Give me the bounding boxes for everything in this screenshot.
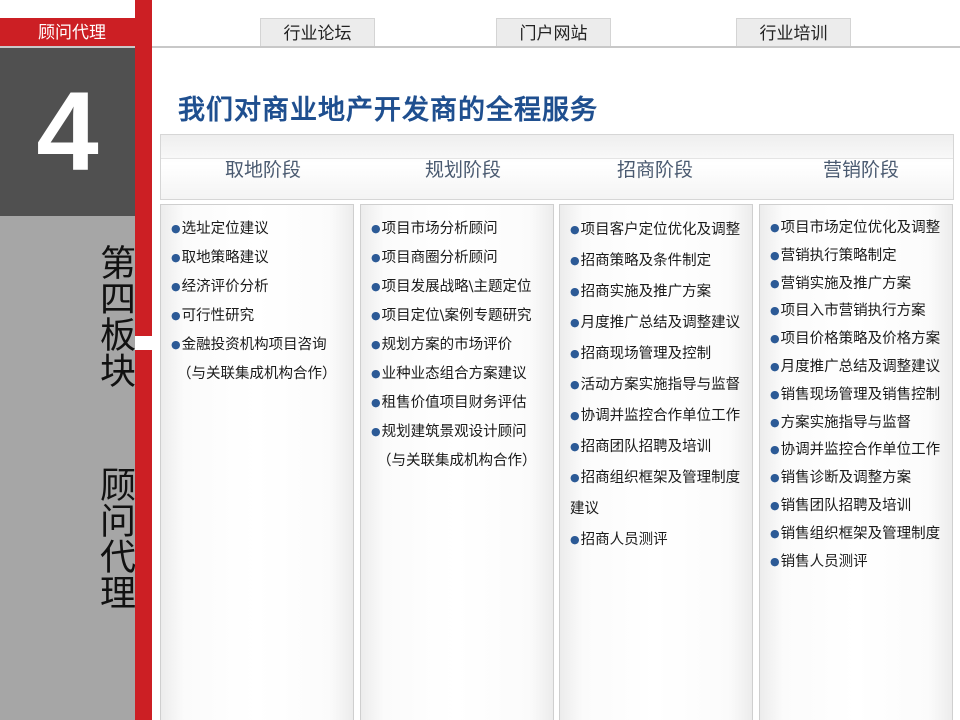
list-item: 招商策略及条件制定 [570,246,746,277]
list-item: 招商人员测评 [570,525,746,556]
topic-label: 顾问代理 [94,466,135,610]
list-item: 协调并监控合作单位工作 [570,401,746,432]
brand-tab[interactable]: 顾问代理 [0,18,135,48]
list-item: 销售组织框架及管理制度 [770,521,946,549]
column-note: （与关联集成机构合作） [177,366,337,382]
list-item: 可行性研究 [171,302,347,331]
list-item: 方案实施指导与监督 [770,410,946,438]
column-planning: 项目市场分析顾问 项目商圈分析顾问 项目发展战略\主题定位 项目定位\案例专题研… [360,204,554,720]
list-item: 规划建筑景观设计顾问 [371,418,547,447]
column-leasing: 项目客户定位优化及调整 招商策略及条件制定 招商实施及推广方案 月度推广总结及调… [559,204,753,720]
list-item: 项目入市营销执行方案 [770,298,946,326]
phase-header-bar: 取地阶段 规划阶段 招商阶段 营销阶段 [160,134,954,200]
list-item: 协调并监控合作单位工作 [770,437,946,465]
list-item: 招商实施及推广方案 [570,277,746,308]
list-item: 销售团队招聘及培训 [770,493,946,521]
list-item: 项目市场定位优化及调整 [770,215,946,243]
phase-label-land: 取地阶段 [225,159,302,181]
list-item: 规划方案的市场评价 [371,331,547,360]
list-item: 项目发展战略\主题定位 [371,273,547,302]
column-land: 选址定位建议 取地策略建议 经济评价分析 可行性研究 金融投资机构项目咨询 （与… [160,204,354,720]
list-item: 销售人员测评 [770,549,946,577]
column-marketing: 项目市场定位优化及调整 营销执行策略制定 营销实施及推广方案 项目入市营销执行方… [759,204,953,720]
list-item: 营销实施及推广方案 [770,271,946,299]
section-number: 4 [36,69,99,194]
section-number-block: 4 [0,48,135,216]
list-item: 项目客户定位优化及调整 [570,215,746,246]
list-item: 活动方案实施指导与监督 [570,370,746,401]
list-item: 项目定位\案例专题研究 [371,302,547,331]
phase-label-marketing: 营销阶段 [823,159,900,181]
list-item: 项目价格策略及价格方案 [770,326,946,354]
list-item: 月度推广总结及调整建议 [770,354,946,382]
list-item: 取地策略建议 [171,244,347,273]
list-item: 销售诊断及调整方案 [770,465,946,493]
list-item: 招商现场管理及控制 [570,339,746,370]
section-label: 第四板块 [94,244,135,388]
nav-tab-forum[interactable]: 行业论坛 [260,18,375,48]
list-item: 经济评价分析 [171,273,347,302]
list-item: 项目市场分析顾问 [371,215,547,244]
list-item: 营销执行策略制定 [770,243,946,271]
phase-label-planning: 规划阶段 [425,159,502,181]
list-item: 租售价值项目财务评估 [371,389,547,418]
page-title: 我们对商业地产开发商的全程服务 [178,95,598,126]
list-item: 招商团队招聘及培训 [570,432,746,463]
list-item: 选址定位建议 [171,215,347,244]
list-item: 销售现场管理及销售控制 [770,382,946,410]
list-item: 金融投资机构项目咨询 [171,331,347,360]
red-accent-strip [135,0,152,720]
phase-label-leasing: 招商阶段 [617,159,694,181]
list-item: 招商组织框架及管理制度建议 [570,463,746,525]
side-panel: 第四板块 顾问代理 [0,216,135,720]
column-note: （与关联集成机构合作） [377,453,537,469]
nav-tab-training[interactable]: 行业培训 [736,18,851,48]
list-item: 业种业态组合方案建议 [371,360,547,389]
list-item: 项目商圈分析顾问 [371,244,547,273]
list-item: 月度推广总结及调整建议 [570,308,746,339]
strip-notch [135,336,152,350]
nav-tab-portal[interactable]: 门户网站 [496,18,611,48]
